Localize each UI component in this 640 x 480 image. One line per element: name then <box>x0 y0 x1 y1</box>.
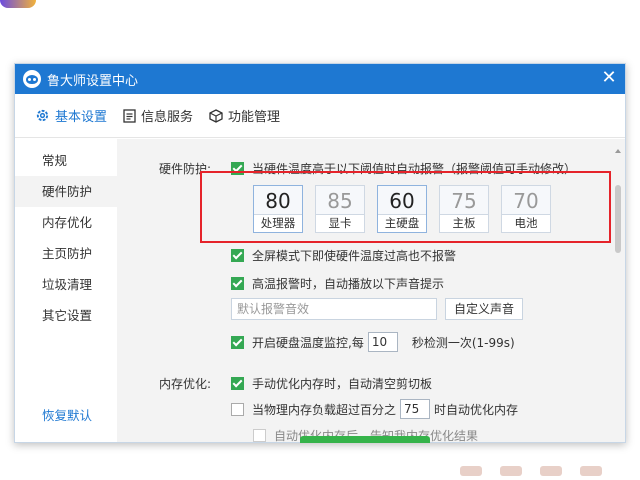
sidebar-item-other-settings[interactable]: 其它设置 <box>15 300 117 331</box>
disk-monitor-option[interactable]: 开启硬盘温度监控,每 10 秒检测一次(1-99s) <box>231 332 515 352</box>
content-scrollbar[interactable] <box>615 149 621 436</box>
memory-threshold-input[interactable]: 75 <box>400 399 431 419</box>
window-title: 鲁大师设置中心 <box>47 73 139 89</box>
disk-monitor-checkbox[interactable] <box>231 335 244 349</box>
sidebar-item-junk-cleanup[interactable]: 垃圾清理 <box>15 269 117 300</box>
alert-sound-option[interactable]: 高温报警时，自动播放以下声音提示 <box>231 275 444 292</box>
app-logo-icon <box>23 70 41 88</box>
sidebar-item-general[interactable]: 常规 <box>15 145 117 176</box>
scroll-up-arrow-icon[interactable] <box>615 149 621 153</box>
option-label: 时自动优化内存 <box>434 402 519 417</box>
threshold-highlight-box <box>200 171 611 243</box>
fullscreen-no-alert-option[interactable]: 全屏模式下即使硬件温度过高也不报警 <box>231 247 456 264</box>
alert-sound-controls: 默认报警音效 自定义声音 <box>231 298 524 320</box>
title-bar[interactable]: 鲁大师设置中心 ✕ <box>15 64 625 94</box>
option-label: 全屏模式下即使硬件温度过高也不报警 <box>252 249 457 263</box>
close-button[interactable]: ✕ <box>599 68 619 88</box>
option-label: 开启硬盘温度监控,每 <box>252 335 364 350</box>
scroll-thumb[interactable] <box>615 185 621 253</box>
option-label: 手动优化内存时，自动清空剪切板 <box>252 377 433 391</box>
tab-label: 信息服务 <box>141 110 194 125</box>
sidebar-item-memory-optimization[interactable]: 内存优化 <box>15 207 117 238</box>
tab-label: 基本设置 <box>55 110 108 125</box>
restore-defaults-link[interactable]: 恢复默认 <box>42 405 92 424</box>
notify-result-checkbox[interactable] <box>253 429 266 442</box>
disk-monitor-interval-input[interactable]: 10 <box>367 332 398 352</box>
memory-section-label: 内存优化: <box>159 377 212 391</box>
alert-sound-input[interactable]: 默认报警音效 <box>231 298 437 320</box>
tab-label: 功能管理 <box>228 110 281 125</box>
option-label: 高温报警时，自动播放以下声音提示 <box>252 277 445 291</box>
tab-function-management[interactable]: 功能管理 <box>209 106 280 125</box>
tab-basic-settings[interactable]: 基本设置 <box>35 106 107 125</box>
top-tabs: 基本设置 信息服务 功能管理 <box>15 94 625 138</box>
background-app-strip <box>460 466 640 480</box>
sidebar-item-hardware-protection[interactable]: 硬件防护 <box>15 176 117 207</box>
tab-info-service[interactable]: 信息服务 <box>123 106 193 125</box>
clear-clipboard-option[interactable]: 手动优化内存时，自动清空剪切板 <box>231 375 432 392</box>
sidebar-item-homepage-protection[interactable]: 主页防护 <box>15 238 117 269</box>
custom-sound-button[interactable]: 自定义声音 <box>445 298 524 320</box>
document-icon <box>123 108 136 123</box>
cube-icon <box>209 108 223 123</box>
gear-icon <box>36 109 49 122</box>
sidebar: 常规 硬件防护 内存优化 主页防护 垃圾清理 其它设置 恢复默认 <box>15 139 117 442</box>
option-label: 秒检测一次(1-99s) <box>411 335 515 350</box>
background-app-decoration <box>0 0 36 8</box>
alert-sound-checkbox[interactable] <box>231 277 244 290</box>
auto-optimize-checkbox[interactable] <box>231 402 244 416</box>
clear-clipboard-checkbox[interactable] <box>231 377 244 390</box>
settings-window: 鲁大师设置中心 ✕ 基本设置 信息服务 功能管理 常规 硬件防护 内存优化 主页… <box>14 63 626 443</box>
fullscreen-no-alert-checkbox[interactable] <box>231 249 244 262</box>
auto-optimize-option[interactable]: 当物理内存负载超过百分之 75 时自动优化内存 <box>231 399 518 419</box>
background-green-bar <box>300 436 430 443</box>
option-label: 当物理内存负载超过百分之 <box>252 402 397 417</box>
